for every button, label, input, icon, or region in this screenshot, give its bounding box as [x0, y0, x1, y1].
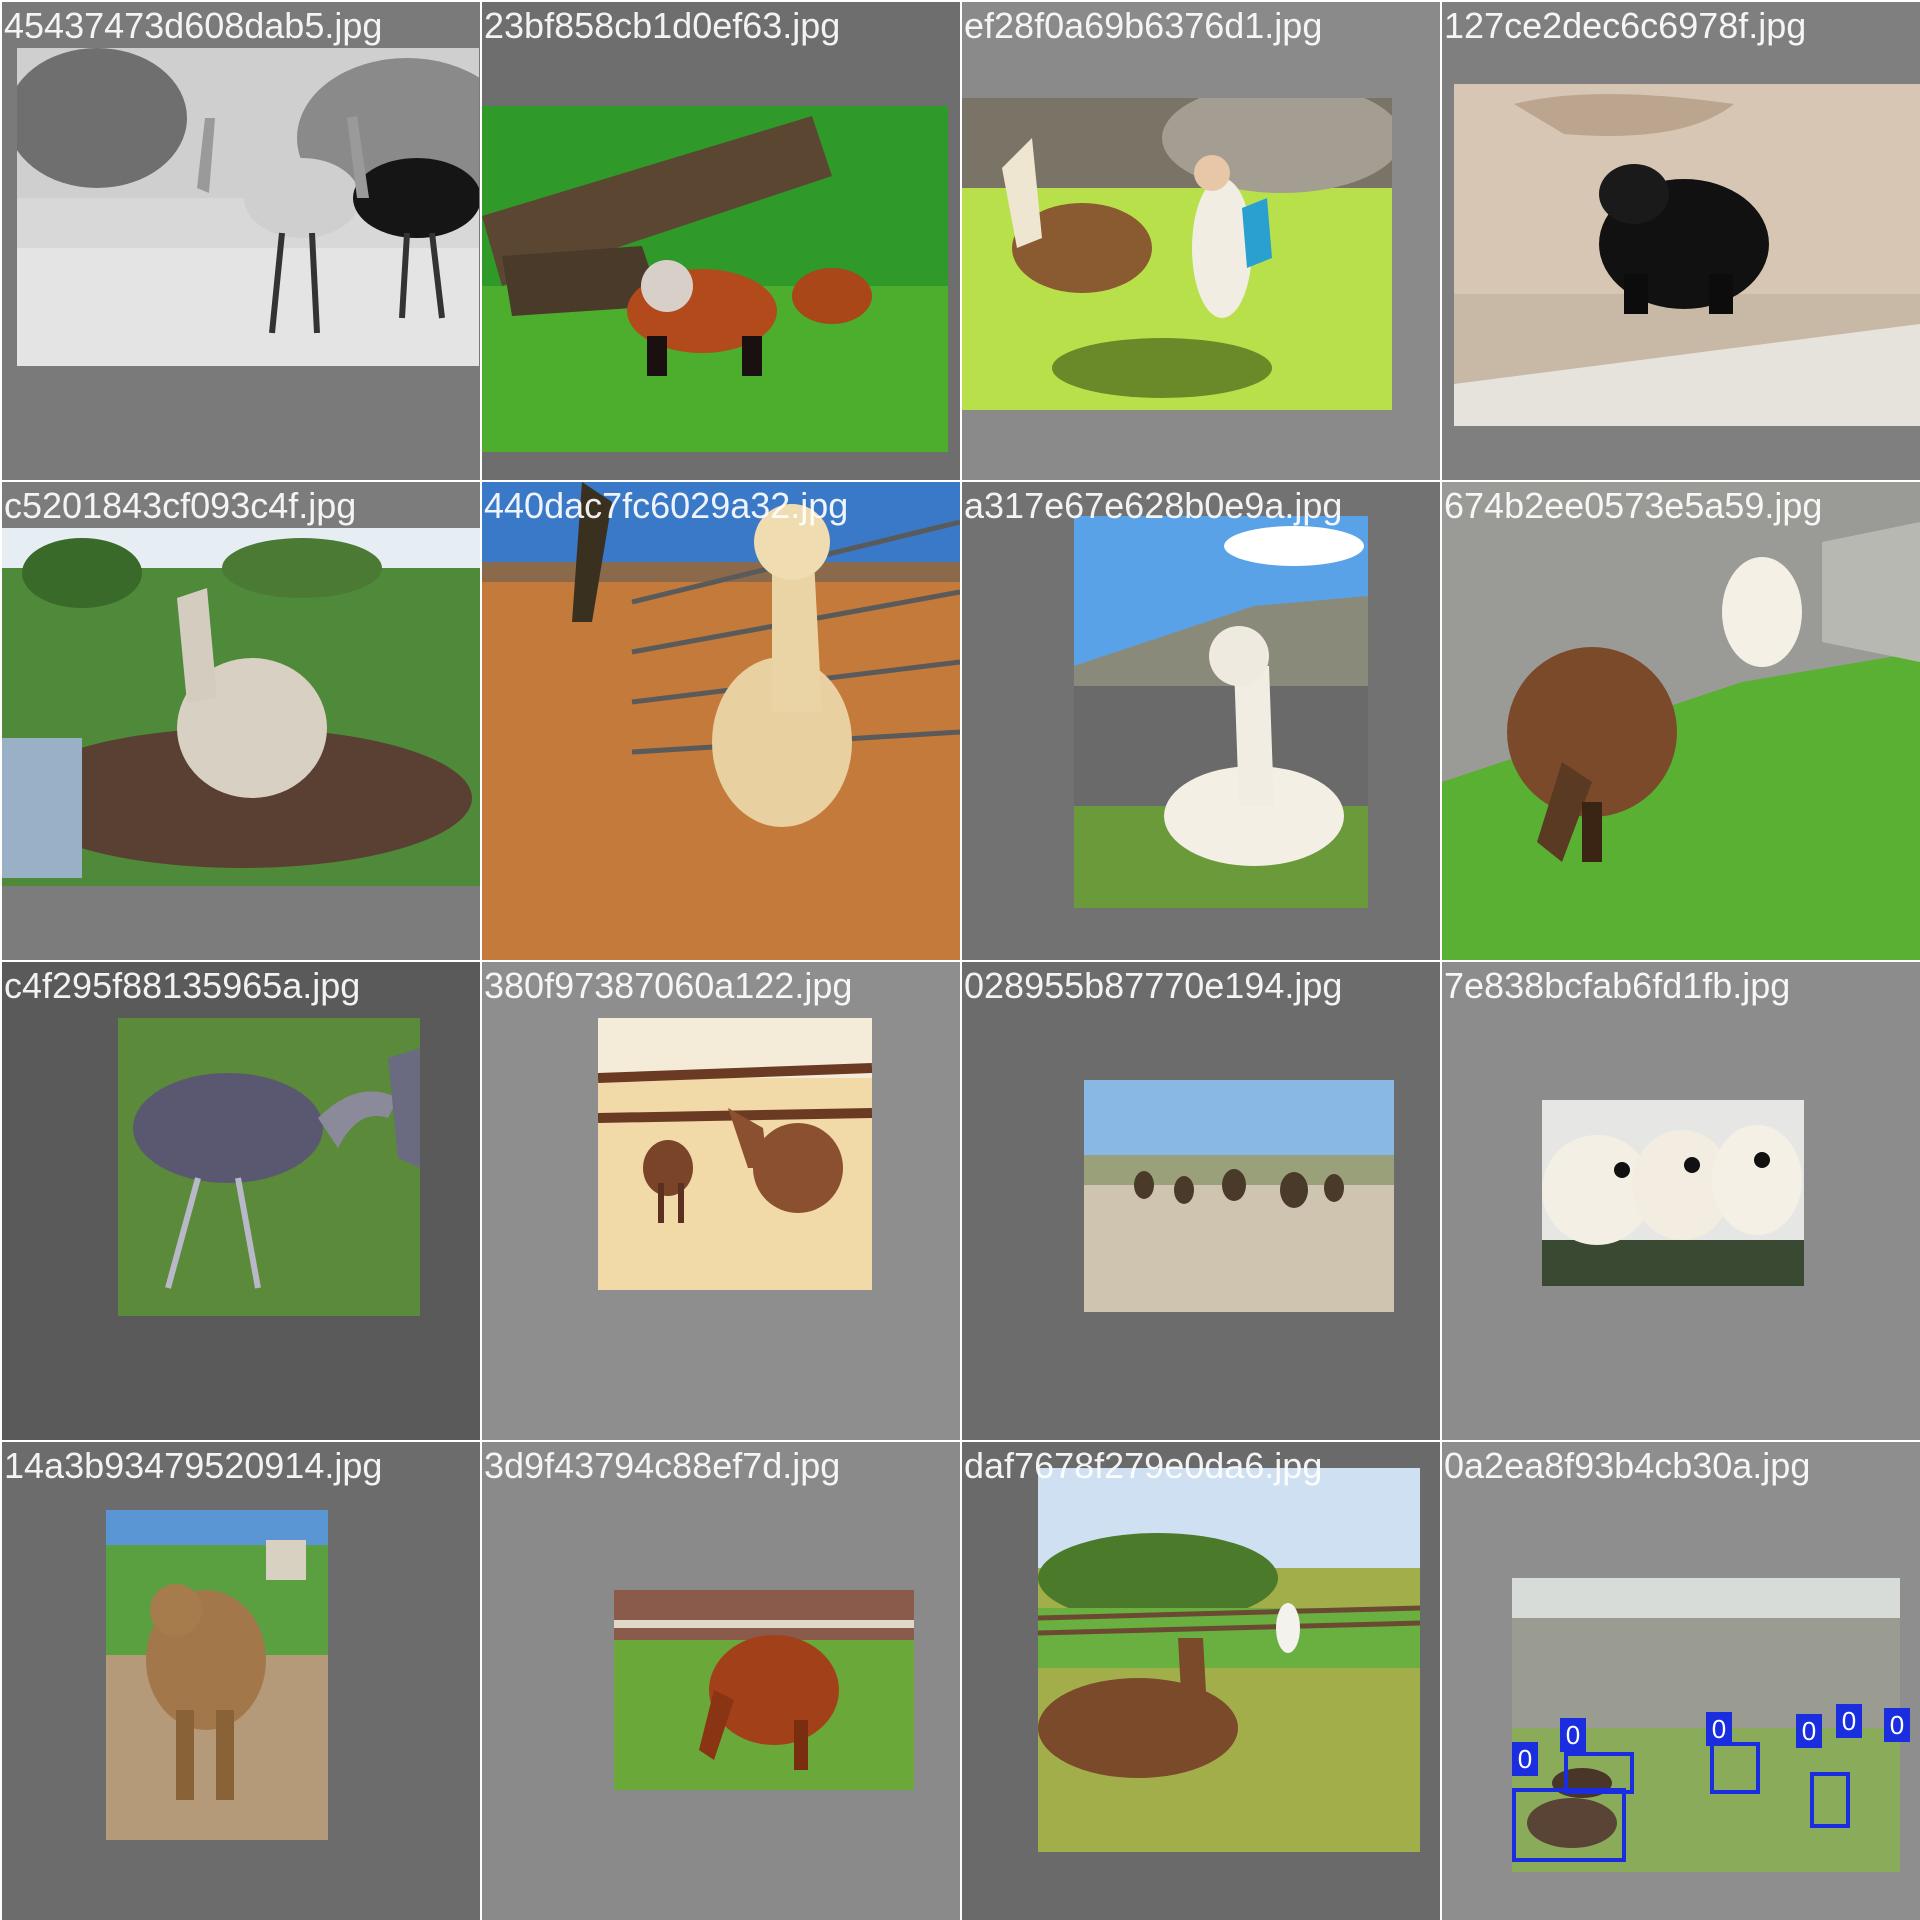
tile-filename: a317e67e628b0e9a.jpg: [964, 485, 1343, 526]
alpaca-cria-photo: [598, 1018, 872, 1290]
detection-label: 0: [1706, 1712, 1732, 1746]
tile-filename: 0a2ea8f93b4cb30a.jpg: [1444, 1445, 1811, 1486]
tile-filename: 380f97387060a122.jpg: [484, 965, 853, 1006]
mosaic-tile[interactable]: 028955b87770e194.jpg: [962, 962, 1440, 1440]
emus-photo: [1084, 1080, 1394, 1312]
mosaic-tile[interactable]: 23bf858cb1d0ef63.jpg: [482, 2, 960, 480]
tile-filename: 14a3b93479520914.jpg: [4, 1445, 383, 1486]
detection-label: 0: [1836, 1704, 1862, 1738]
llama-woman-photo: [962, 98, 1392, 410]
alpaca-field-photo: [2, 528, 480, 886]
mosaic-tile[interactable]: ef28f0a69b6376d1.jpg: [962, 2, 1440, 480]
tile-filename: c5201843cf093c4f.jpg: [4, 485, 357, 526]
detection-box: [1710, 1742, 1760, 1794]
tile-filename: 23bf858cb1d0ef63.jpg: [484, 5, 841, 46]
alpaca-pen-photo: [482, 482, 960, 960]
detection-label: 0: [1796, 1714, 1822, 1748]
tile-filename: 3d9f43794c88ef7d.jpg: [484, 1445, 841, 1486]
tile-filename: c4f295f88135965a.jpg: [4, 965, 361, 1006]
tile-filename: 7e838bcfab6fd1fb.jpg: [1444, 965, 1791, 1006]
tile-filename: 028955b87770e194.jpg: [964, 965, 1343, 1006]
detection-box: [1810, 1772, 1850, 1828]
detection-label: 0: [1560, 1718, 1586, 1752]
camel-photo: [106, 1510, 328, 1840]
tile-filename: 674b2ee0573e5a59.jpg: [1444, 485, 1823, 526]
mosaic-tile[interactable]: c4f295f88135965a.jpg: [2, 962, 480, 1440]
mosaic-tile[interactable]: daf7678f279e0da6.jpg: [962, 1442, 1440, 1920]
grazing-llama-photo: [1442, 482, 1920, 960]
tile-filename: daf7678f279e0da6.jpg: [964, 1445, 1323, 1486]
mosaic-tile[interactable]: c5201843cf093c4f.jpg: [2, 482, 480, 960]
tile-filename: 45437473d608dab5.jpg: [4, 5, 383, 46]
mosaic-tile[interactable]: 3d9f43794c88ef7d.jpg: [482, 1442, 960, 1920]
mosaic-tile[interactable]: 674b2ee0573e5a59.jpg: [1442, 482, 1920, 960]
mosaic-tile[interactable]: 0 0 0 0 0 0 0a2ea8f93b4cb30a.jpg: [1442, 1442, 1920, 1920]
tile-filename: 440dac7fc6029a32.jpg: [484, 485, 849, 526]
mosaic-tile[interactable]: 440dac7fc6029a32.jpg: [482, 482, 960, 960]
tile-filename: ef28f0a69b6376d1.jpg: [964, 5, 1323, 46]
brown-alpaca-photo: [614, 1590, 914, 1790]
mosaic-tile[interactable]: 380f97387060a122.jpg: [482, 962, 960, 1440]
rhea-photo: [118, 1018, 420, 1316]
red-panda-photo: [482, 106, 948, 452]
mosaic-tile[interactable]: 7e838bcfab6fd1fb.jpg: [1442, 962, 1920, 1440]
tile-filename: 127ce2dec6c6978f.jpg: [1444, 5, 1807, 46]
detection-label: 0: [1512, 1742, 1538, 1776]
mosaic-tile[interactable]: 45437473d608dab5.jpg: [2, 2, 480, 480]
toy-sheep-photo: [1542, 1100, 1804, 1286]
resting-llama-photo: [1074, 516, 1368, 908]
bear-photo: [1454, 84, 1920, 426]
farm-llamas-photo: [1038, 1468, 1420, 1852]
mosaic-tile[interactable]: 127ce2dec6c6978f.jpg: [1442, 2, 1920, 480]
image-mosaic-grid: 45437473d608dab5.jpg 23bf858cb1d0ef63.jp…: [0, 0, 1920, 1920]
mosaic-tile[interactable]: 14a3b93479520914.jpg: [2, 1442, 480, 1920]
ostrich-photo: [17, 48, 479, 366]
detection-label: 0: [1884, 1708, 1910, 1742]
detection-box: [1512, 1788, 1626, 1862]
mosaic-tile[interactable]: a317e67e628b0e9a.jpg: [962, 482, 1440, 960]
